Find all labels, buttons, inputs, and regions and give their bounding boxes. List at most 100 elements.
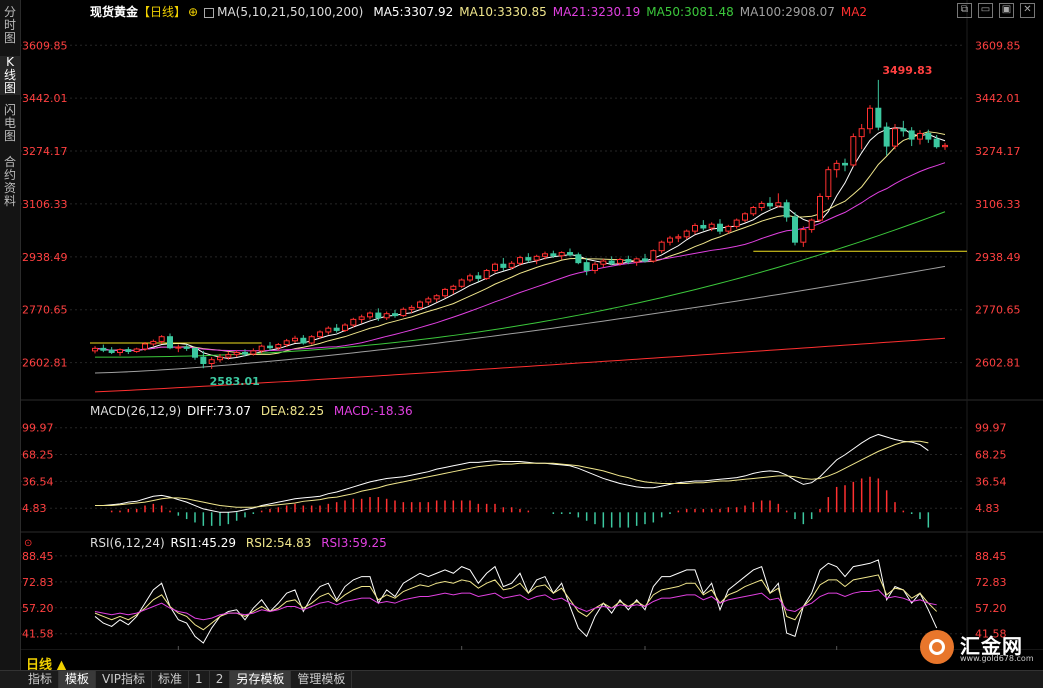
candle-body [592,263,598,272]
macd-dea: DEA:82.25 [260,404,325,418]
maximize-icon[interactable]: ▣ [999,3,1014,18]
candle-body [883,126,890,147]
price-tick-label: 3442.01 [975,92,1021,105]
diff-line [95,433,929,513]
candle-body [867,107,873,130]
candle-body [767,202,773,207]
rsi1-value: RSI1:45.29 [170,536,237,550]
candle-body [125,349,132,353]
candle-body [658,241,665,252]
candle-body [200,356,207,364]
candle-body [633,258,640,263]
bottom-tab-1[interactable]: 模板 [59,671,97,688]
tab-timeshare[interactable]: 分时图 [0,6,20,45]
brand-logo: 汇金网 www.gold678.com [920,628,1034,668]
ma10-line [94,131,946,356]
tab-contract-label: 合约资料 [3,155,16,208]
candle-body [842,162,848,166]
price-tick-label: 3106.33 [975,198,1021,211]
candle-body [600,260,607,265]
candle-body [900,128,907,132]
candle-body [192,347,198,358]
bottom-tab-7[interactable]: 管理模板 [291,671,353,688]
candle-body [383,313,390,319]
grid-icon[interactable] [204,7,215,18]
tab-lightning[interactable]: 闪电图 [0,104,20,143]
ma50-line [94,211,946,358]
candle-body [858,128,865,138]
candle-body [500,263,507,268]
macd-tick-label: 68.25 [22,449,54,462]
ma-value-5: MA2 [840,5,868,19]
candle-body [583,262,590,272]
rsi-tick-label: 72.83 [975,576,1007,589]
candle-body [517,257,523,264]
candle-body [683,230,690,238]
bottom-toolbar: 指标 模板 VIP指标 标准 1 2 另存模板 管理模板 [0,670,1043,688]
candle-body [267,345,273,349]
indicator-settings-icon[interactable]: ⊙ [24,538,32,549]
candle-body [250,350,257,355]
candle-body [692,224,698,232]
macd-tick-label: 4.83 [22,502,47,515]
candle-body [417,301,423,308]
ma-params-legend: MA(5,10,21,50,100,200) [204,5,367,19]
tab-kline-label: K线图 [3,55,16,95]
rsi-tick-label: 41.58 [22,628,54,641]
bottom-tab-5[interactable]: 2 [210,671,231,688]
candle-body [217,356,223,361]
window-controls: ⧉ ▭ ▣ ✕ [957,3,1035,18]
price-tick-label: 2938.49 [22,251,68,264]
tab-contract-info[interactable]: 合约资料 [0,156,20,208]
candle-body [825,169,832,197]
chart-canvas[interactable]: 3609.85 3609.85 3442.01 3442.01 3274.17 3274.… [20,0,1043,669]
tab-timeshare-label: 分时图 [3,5,16,45]
bottom-tab-2[interactable]: VIP指标 [96,671,153,688]
rsi-tick-label: 88.45 [975,550,1007,563]
candle-body [833,162,840,171]
candle-body [400,308,407,317]
candle-body [158,336,165,342]
bottom-tab-4[interactable]: 1 [189,671,210,688]
minimize-icon[interactable]: ▭ [978,3,993,18]
candle-body [475,275,482,279]
candle-body [667,237,673,243]
candle-body [242,351,248,355]
close-icon[interactable]: ✕ [1020,3,1035,18]
candle-body [575,254,582,264]
candle-body [133,348,140,353]
dea-line [95,440,929,508]
macd-tick-label: 68.25 [975,449,1007,462]
candle-body [850,136,857,166]
settings-icon[interactable]: ⊕ [188,5,198,19]
candle-body [942,144,948,148]
candle-body [508,262,515,268]
candle-body [700,224,707,229]
rsi3-value: RSI3:59.25 [321,536,387,550]
candle-body [175,346,182,349]
restore-icon[interactable]: ⧉ [957,3,972,18]
candle-body [367,312,373,318]
bottom-tab-3[interactable]: 标准 [152,671,190,688]
kline-chart-area[interactable]: 3609.85 3609.85 3442.01 3442.01 3274.17 3274.… [20,0,1043,669]
candle-body [642,258,648,262]
candle-body [783,202,790,218]
candle-body [492,263,498,272]
candle-body [467,275,473,281]
bottom-tab-6[interactable]: 另存模板 [230,671,292,688]
tab-kline[interactable]: K线图 [0,56,20,95]
candle-body [933,138,940,148]
candle-body [450,285,457,290]
bottom-tab-0[interactable]: 指标 [22,671,60,688]
candle-body [275,344,282,349]
candle-body [742,213,748,221]
candle-body [117,349,123,353]
symbol-title: 现货黄金 [90,5,139,19]
price-tick-label: 3609.85 [22,39,68,52]
candle-body [758,202,765,209]
candle-body [183,346,190,349]
candle-body [308,336,315,344]
candle-body [425,298,432,303]
candle-body [800,229,807,243]
ma-value-1: MA10:3330.85 [459,5,547,19]
